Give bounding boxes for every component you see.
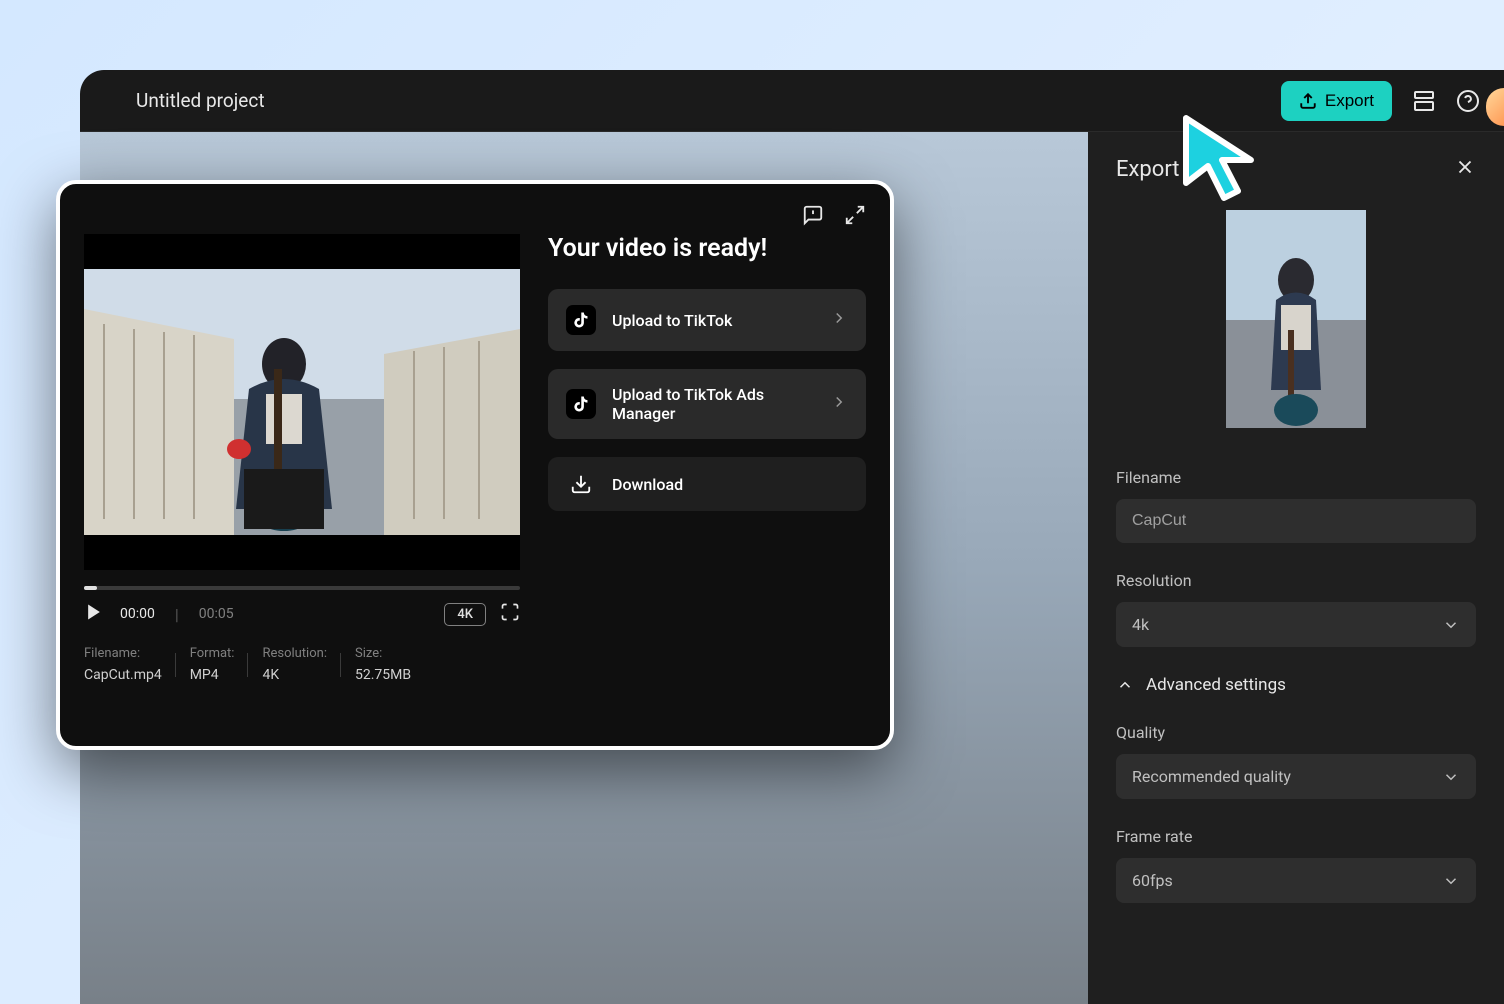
video-thumbnail bbox=[1226, 210, 1366, 428]
chevron-right-icon bbox=[830, 393, 848, 415]
info-format-value: MP4 bbox=[190, 667, 235, 683]
chevron-down-icon bbox=[1442, 768, 1460, 786]
info-resolution-label: Resolution: bbox=[262, 646, 327, 661]
upload-icon bbox=[1299, 92, 1317, 110]
expand-icon[interactable] bbox=[844, 204, 866, 226]
info-size-label: Size: bbox=[355, 646, 411, 661]
chevron-down-icon bbox=[1442, 616, 1460, 634]
resolution-badge: 4K bbox=[444, 603, 486, 626]
download-icon bbox=[566, 473, 596, 495]
upload-tiktok-ads-button[interactable]: Upload to TikTok Ads Manager bbox=[548, 369, 866, 439]
upload-tiktok-button[interactable]: Upload to TikTok bbox=[548, 289, 866, 351]
framerate-select[interactable]: 60fps bbox=[1116, 858, 1476, 903]
filename-input[interactable] bbox=[1116, 499, 1476, 543]
video-preview[interactable] bbox=[84, 234, 520, 570]
chevron-down-icon bbox=[1442, 872, 1460, 890]
info-filename-label: Filename: bbox=[84, 646, 162, 661]
panel-layout-icon[interactable] bbox=[1412, 89, 1436, 113]
info-format-label: Format: bbox=[190, 646, 235, 661]
export-panel: Export Filename Resolution bbox=[1088, 132, 1504, 1004]
current-time: 00:00 bbox=[120, 606, 155, 622]
export-button[interactable]: Export bbox=[1281, 81, 1392, 121]
feedback-icon[interactable] bbox=[802, 204, 824, 226]
framerate-label: Frame rate bbox=[1116, 827, 1476, 846]
tiktok-icon bbox=[566, 305, 596, 335]
filename-label: Filename bbox=[1116, 468, 1476, 487]
info-filename-value: CapCut.mp4 bbox=[84, 667, 162, 683]
tiktok-ads-icon bbox=[566, 389, 596, 419]
chevron-right-icon bbox=[830, 309, 848, 331]
resolution-label: Resolution bbox=[1116, 571, 1476, 590]
seek-progress bbox=[84, 586, 97, 590]
project-title: Untitled project bbox=[136, 89, 265, 112]
ready-title: Your video is ready! bbox=[548, 234, 866, 263]
seek-bar[interactable] bbox=[84, 586, 520, 590]
help-icon[interactable] bbox=[1456, 89, 1480, 113]
info-resolution-value: 4K bbox=[262, 667, 327, 683]
quality-select[interactable]: Recommended quality bbox=[1116, 754, 1476, 799]
duration-time: 00:05 bbox=[199, 606, 234, 622]
info-size-value: 52.75MB bbox=[355, 667, 411, 683]
resolution-select[interactable]: 4k bbox=[1116, 602, 1476, 647]
chevron-up-icon bbox=[1116, 676, 1134, 694]
play-button[interactable] bbox=[84, 602, 104, 626]
close-icon[interactable] bbox=[1454, 156, 1476, 182]
file-info-row: Filename: CapCut.mp4 Format: MP4 Resolut… bbox=[84, 646, 520, 683]
quality-label: Quality bbox=[1116, 723, 1476, 742]
fullscreen-icon[interactable] bbox=[500, 602, 520, 626]
app-header: Untitled project Export bbox=[80, 70, 1504, 132]
advanced-settings-toggle[interactable]: Advanced settings bbox=[1116, 675, 1476, 695]
export-panel-title: Export bbox=[1116, 157, 1180, 182]
download-button[interactable]: Download bbox=[548, 457, 866, 511]
export-ready-dialog: 00:00 | 00:05 4K Filename: CapCut.mp4 bbox=[56, 180, 894, 750]
